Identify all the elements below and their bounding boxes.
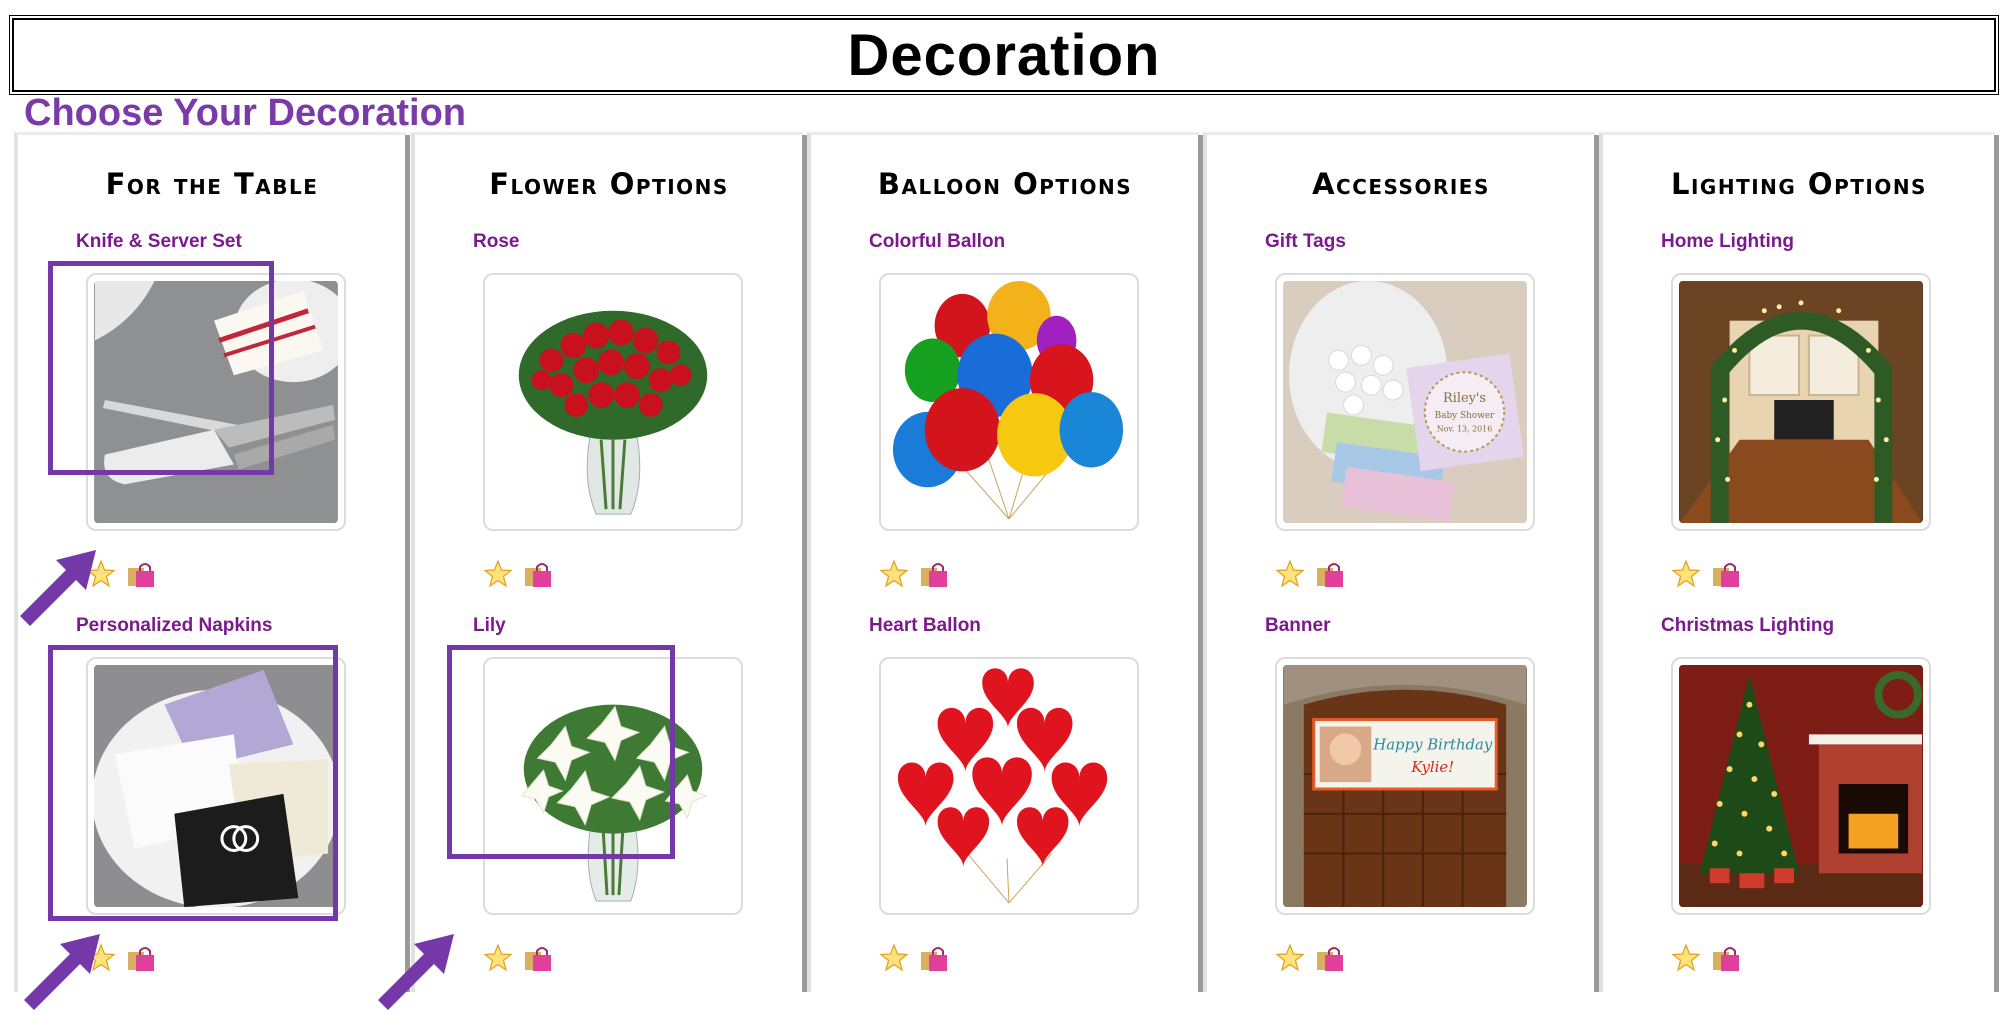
column-heading: Balloon Options xyxy=(877,167,1133,201)
gift-tags-picture: Riley's Baby Shower Nov. 13, 2016 xyxy=(1284,281,1526,523)
heart-balloons-picture xyxy=(888,665,1130,907)
shopping-bag-icon[interactable] xyxy=(919,943,949,973)
selection-highlight xyxy=(447,645,675,859)
selection-highlight xyxy=(48,261,274,475)
item-title-christmas-lighting[interactable]: Christmas Lighting xyxy=(1661,615,1834,637)
item-title-banner[interactable]: Banner xyxy=(1265,615,1330,637)
colorful-balloons-picture xyxy=(888,281,1130,523)
star-icon[interactable] xyxy=(1275,559,1305,589)
home-lighting-picture xyxy=(1680,281,1922,523)
item-image-rose[interactable] xyxy=(483,273,743,531)
shopping-bag-icon[interactable] xyxy=(919,559,949,589)
shopping-bag-icon[interactable] xyxy=(523,943,553,973)
item-title-lily[interactable]: Lily xyxy=(473,615,506,637)
rose-picture xyxy=(492,281,734,523)
banner-picture: Happy Birthday Kylie! xyxy=(1284,665,1526,907)
arrow-pointer-icon xyxy=(24,934,100,1010)
column-divider xyxy=(1994,135,1999,992)
shopping-bag-icon[interactable] xyxy=(126,559,156,589)
gift-tag-date: Nov. 13, 2016 xyxy=(1437,425,1493,434)
column-heading: Accessories xyxy=(1312,167,1490,201)
page-subtitle: Choose Your Decoration xyxy=(24,92,466,134)
shopping-bag-icon[interactable] xyxy=(126,943,156,973)
item-image-banner[interactable]: Happy Birthday Kylie! xyxy=(1275,657,1535,915)
banner-name: Kylie! xyxy=(1410,758,1454,776)
star-icon[interactable] xyxy=(879,559,909,589)
column-heading: Flower Options xyxy=(489,167,729,201)
gift-tag-name: Riley's xyxy=(1443,391,1486,406)
page-title-box: Decoration xyxy=(9,15,1999,95)
column-balloon-options: Balloon Options Colorful Ballon Heart Ba xyxy=(807,132,1203,992)
gift-tag-event: Baby Shower xyxy=(1435,411,1496,421)
arrow-pointer-icon xyxy=(378,934,454,1010)
shopping-bag-icon[interactable] xyxy=(1315,943,1345,973)
column-heading: For the Table xyxy=(105,167,319,201)
column-flower-options: Flower Options Rose Lily xyxy=(411,132,807,992)
star-icon[interactable] xyxy=(1671,559,1701,589)
column-heading: Lighting Options xyxy=(1671,167,1927,201)
star-icon[interactable] xyxy=(879,943,909,973)
banner-message: Happy Birthday xyxy=(1372,735,1493,753)
item-title-personalized-napkins[interactable]: Personalized Napkins xyxy=(76,615,272,637)
star-icon[interactable] xyxy=(1671,943,1701,973)
column-accessories: Accessories Gift Tags Riley's Baby Showe… xyxy=(1203,132,1599,992)
star-icon[interactable] xyxy=(483,559,513,589)
item-image-heart-ballon[interactable] xyxy=(879,657,1139,915)
selection-highlight xyxy=(48,645,338,921)
item-title-knife-server-set[interactable]: Knife & Server Set xyxy=(76,231,242,253)
shopping-bag-icon[interactable] xyxy=(1711,943,1741,973)
item-image-gift-tags[interactable]: Riley's Baby Shower Nov. 13, 2016 xyxy=(1275,273,1535,531)
christmas-lighting-picture xyxy=(1680,665,1922,907)
column-lighting-options: Lighting Options Home Lighting Christmas… xyxy=(1599,132,1999,992)
item-title-gift-tags[interactable]: Gift Tags xyxy=(1265,231,1346,253)
item-title-colorful-ballon[interactable]: Colorful Ballon xyxy=(869,231,1005,253)
shopping-bag-icon[interactable] xyxy=(1711,559,1741,589)
item-title-heart-ballon[interactable]: Heart Ballon xyxy=(869,615,981,637)
star-icon[interactable] xyxy=(1275,943,1305,973)
shopping-bag-icon[interactable] xyxy=(1315,559,1345,589)
shopping-bag-icon[interactable] xyxy=(523,559,553,589)
column-divider xyxy=(405,135,410,992)
item-image-christmas-lighting[interactable] xyxy=(1671,657,1931,915)
item-title-home-lighting[interactable]: Home Lighting xyxy=(1661,231,1794,253)
item-image-colorful-ballon[interactable] xyxy=(879,273,1139,531)
star-icon[interactable] xyxy=(483,943,513,973)
item-image-home-lighting[interactable] xyxy=(1671,273,1931,531)
arrow-pointer-icon xyxy=(20,550,96,626)
page-title: Decoration xyxy=(847,22,1161,88)
item-title-rose[interactable]: Rose xyxy=(473,231,519,253)
